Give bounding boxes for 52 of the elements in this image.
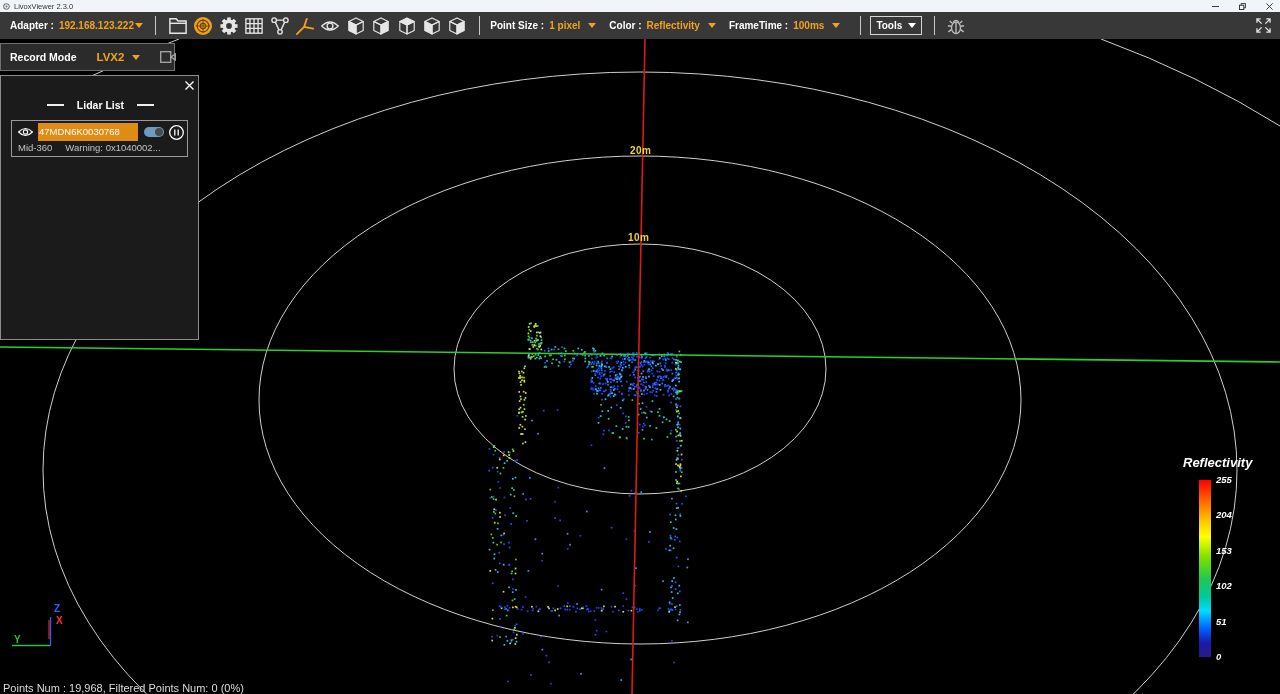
scale-label: 204 [1216,510,1232,521]
device-warning: Warning: 0x1040002... [65,142,161,153]
cube-icon[interactable] [422,16,441,35]
cube-icon[interactable] [346,16,365,35]
cube-icon[interactable] [448,16,467,35]
toggle-switch[interactable] [144,127,164,137]
caret-icon [908,23,917,28]
app-icon [3,2,10,10]
pause-icon[interactable] [169,124,184,140]
fullscreen-icon[interactable] [1256,18,1271,33]
adapter-dropdown[interactable]: 192.168.123.222 [58,20,143,31]
grid-icon[interactable] [245,16,264,35]
setting-dropdown[interactable]: 100ms [793,20,841,31]
setting-dropdown[interactable]: 1 pixel [549,20,597,31]
eye-icon[interactable] [18,127,33,137]
caret-icon [135,23,143,28]
cube-icon[interactable] [372,16,391,35]
setting-label: FrameTime : [728,20,789,31]
axis-gizmo-drawing [12,617,52,647]
target-icon[interactable] [194,16,213,35]
tools-button[interactable]: Tools [870,16,923,35]
cube-icon[interactable] [397,16,416,35]
setting-label: Point Size : [490,20,545,31]
caret-icon [132,54,141,60]
folder-icon[interactable] [169,16,187,35]
scale-label: 153 [1216,545,1232,556]
panel-title: Lidar List [76,99,125,111]
setting-label: Color : [609,20,642,31]
video-camera-icon[interactable] [160,51,177,63]
device-model: Mid-360 [18,142,53,153]
gear-icon[interactable] [219,16,238,35]
close-icon[interactable] [1266,2,1273,10]
record-mode-label: Record Mode [10,51,77,63]
legend-title: Reflectivity [1183,455,1253,470]
axes-icon[interactable] [295,16,314,35]
lidar-device-card[interactable]: 47MDN6K0030768 Mid-360 Warning: 0x1040002... [11,120,188,157]
axis-label: X [56,616,63,626]
axis-label: Y [14,635,21,645]
caret-icon [588,23,597,28]
scale-label: 102 [1216,581,1232,592]
adapter-label: Adapter : [10,20,54,31]
caret-icon [832,23,841,28]
scale-label: 255 [1216,475,1232,485]
node-graph-icon[interactable] [270,16,289,35]
record-format-dropdown[interactable]: LVX2 [96,51,141,63]
setting-dropdown[interactable]: Reflectivity [646,20,716,31]
status-text: Points Num : 19,968, Filtered Points Num: 0 (0%) [3,682,244,694]
axis-label: Z [54,604,61,614]
scale-label: 51 [1216,616,1228,627]
scale-label: 0 [1216,651,1223,662]
restore-icon[interactable] [1239,2,1246,10]
caret-icon [707,23,716,28]
